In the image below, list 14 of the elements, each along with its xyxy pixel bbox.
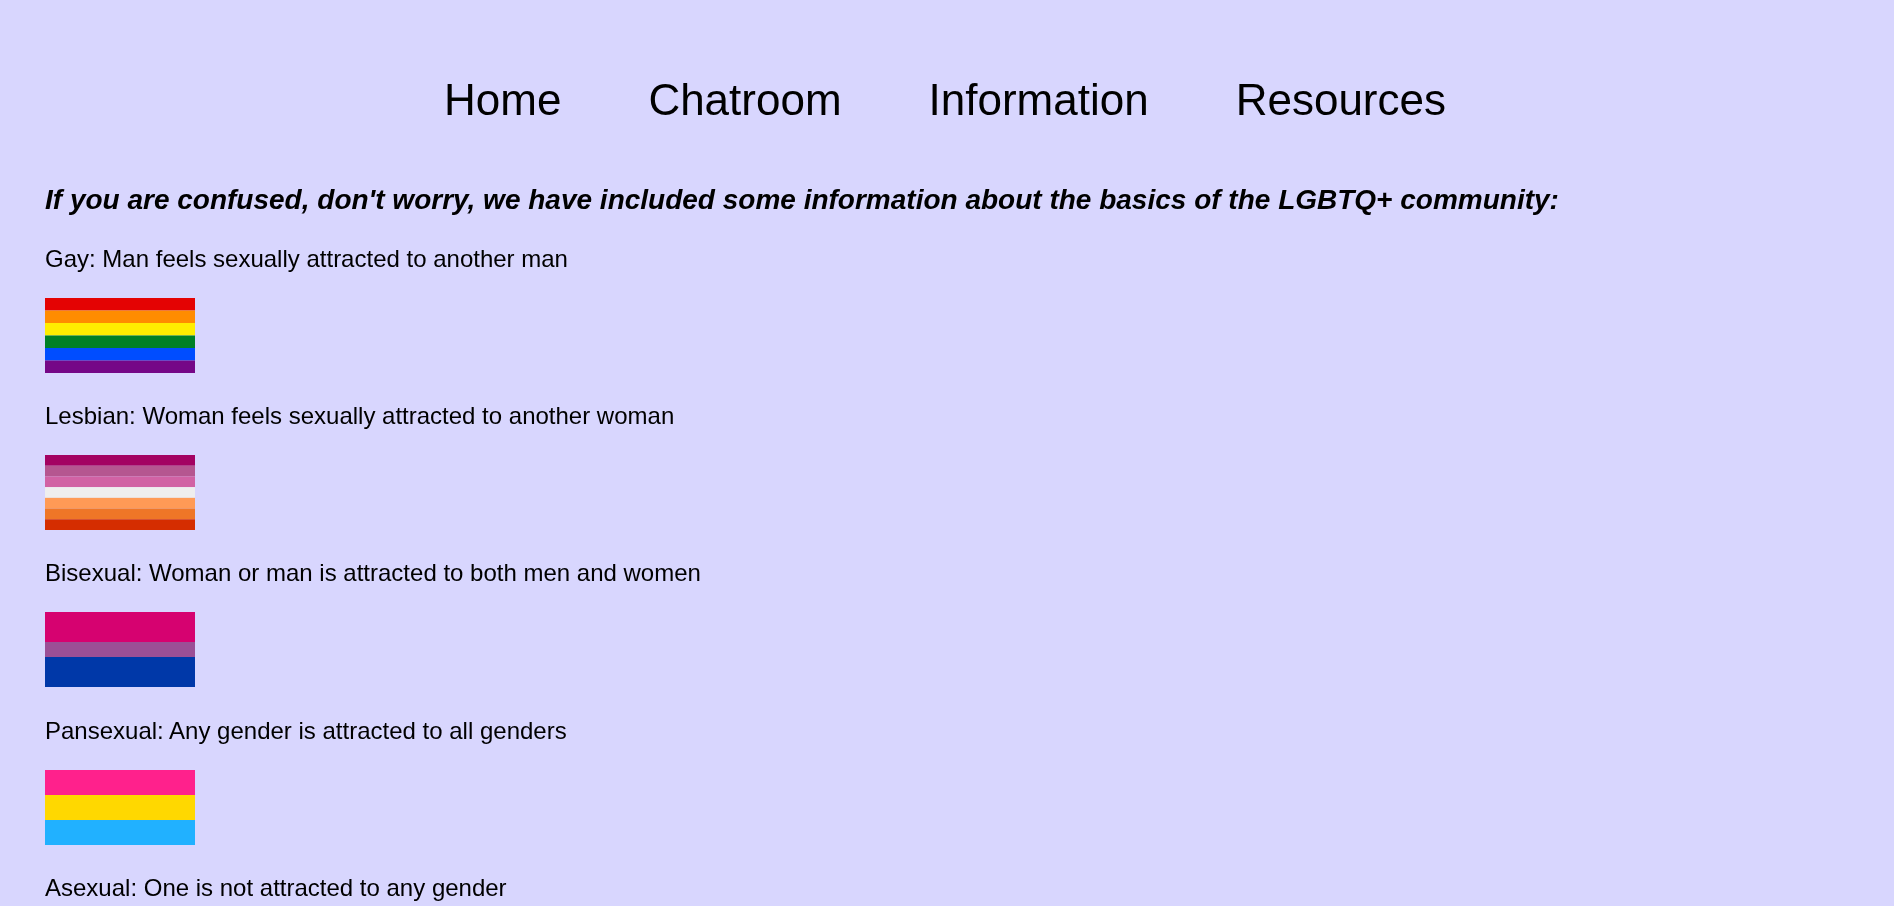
- striped-flag-icon: [45, 612, 195, 688]
- striped-flag-icon: [45, 769, 195, 845]
- definition-text: Pansexual: Any gender is attracted to all genders: [45, 716, 567, 745]
- striped-flag-icon: [45, 454, 195, 530]
- striped-flag-icon: [45, 297, 195, 373]
- nav-link[interactable]: Resources: [1235, 75, 1446, 125]
- definition-text: Gay: Man feels sexually attracted to another man: [45, 244, 568, 273]
- definition-text: Bisexual: Woman or man is attracted to both men and women: [45, 559, 701, 588]
- nav-link[interactable]: Home: [444, 75, 562, 125]
- intro-heading: If you are confused, don't worry, we have included some information about the basics of the LGBTQ+ community:: [45, 184, 1559, 216]
- nav-link[interactable]: Chatroom: [648, 75, 842, 125]
- nav-link[interactable]: Information: [928, 75, 1149, 125]
- definition-text: Lesbian: Woman feels sexually attracted to another woman: [45, 401, 675, 430]
- definition-text: Asexual: One is not attracted to any gender: [45, 874, 507, 903]
